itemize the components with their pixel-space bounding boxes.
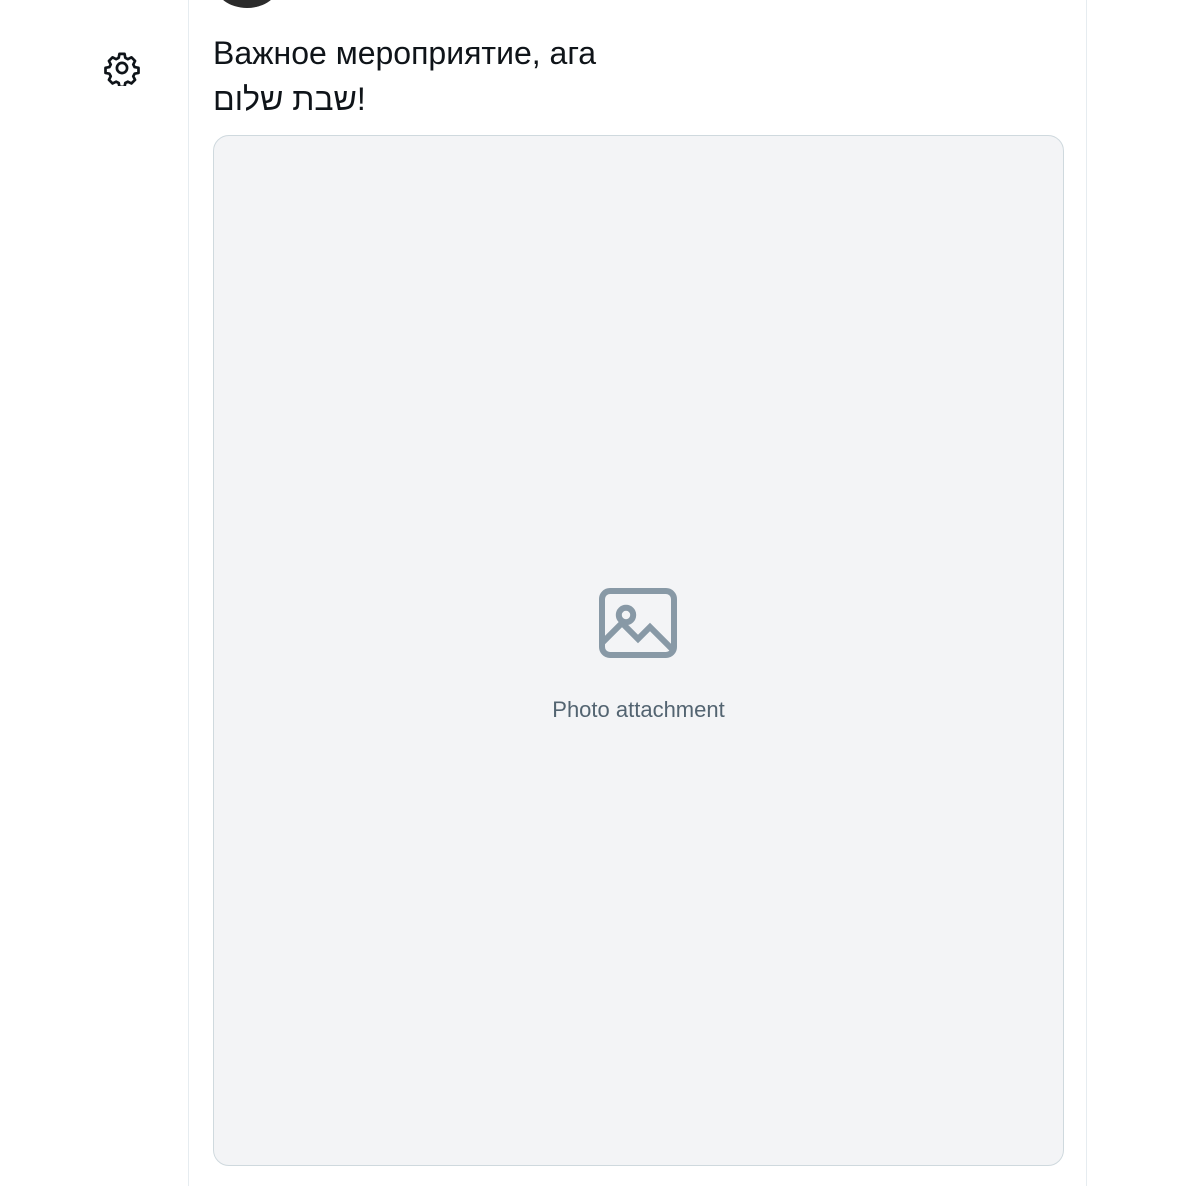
tweet-text-line: !שבת שלום <box>213 81 366 117</box>
settings-button[interactable] <box>100 48 144 92</box>
image-icon <box>590 575 686 676</box>
left-rail <box>0 0 188 1186</box>
tweet-text-line: Важное мероприятие, ага <box>213 35 597 71</box>
media-note: Photo attachment <box>552 697 725 722</box>
tweet-text: Важное мероприятие, ага !שבת שלום <box>213 30 1053 122</box>
media-placeholder: Photo attachment <box>552 575 725 726</box>
avatar[interactable] <box>215 0 279 8</box>
gear-icon <box>104 50 140 91</box>
timeline-column: Важное мероприятие, ага !שבת שלום Photo … <box>188 0 1087 1186</box>
tweet-media[interactable]: Photo attachment <box>213 135 1064 1166</box>
